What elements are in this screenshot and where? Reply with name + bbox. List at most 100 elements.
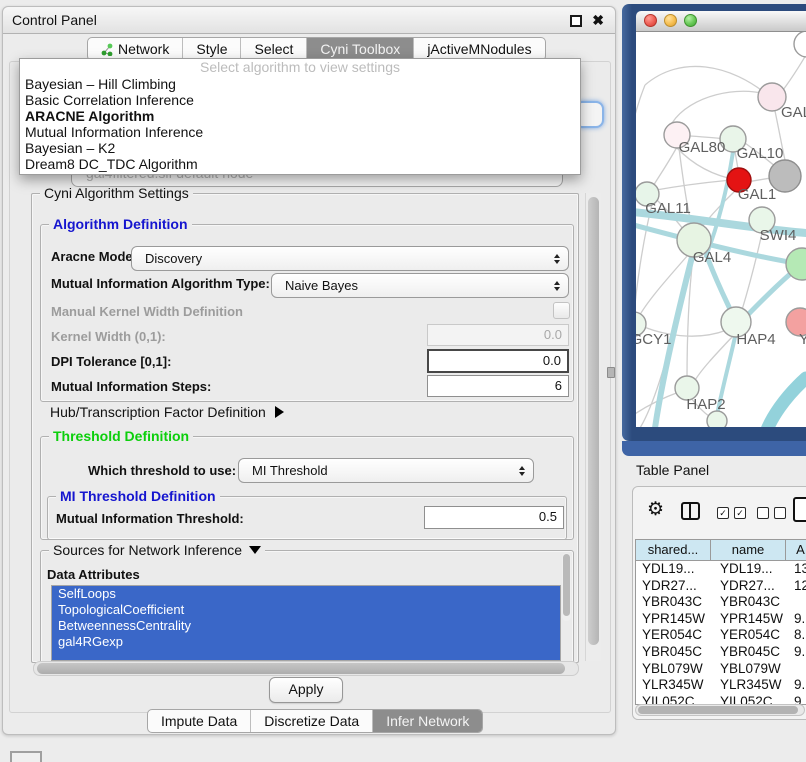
table-row[interactable]: YDR27...YDR27...12 (636, 578, 806, 595)
table-cell: YBL079W (642, 661, 703, 678)
tab-infer-network[interactable]: Infer Network (372, 710, 482, 732)
table-row[interactable]: YLR345WYLR345W9. (636, 677, 806, 694)
table-row[interactable]: YER054CYER054C8. (636, 627, 806, 644)
table-row[interactable]: YDL19...YDL19...13 (636, 561, 806, 578)
network-window-titlebar[interactable] (636, 11, 806, 32)
algorithm-option-dream8-dc-tdc-algorithm[interactable]: Dream8 DC_TDC Algorithm (20, 156, 580, 172)
mi-threshold-group-title: MI Threshold Definition (56, 488, 220, 504)
network-node[interactable] (794, 32, 806, 57)
network-node[interactable] (707, 411, 727, 427)
combo-arrows-icon (554, 281, 560, 291)
aracne-mode-combo[interactable]: Discovery (131, 246, 569, 271)
cyni-bottom-tabs: Impute Data Discretize Data Infer Network (147, 709, 483, 733)
checked-checkbox-icon: ✓ (717, 507, 729, 519)
network-view-canvas[interactable]: GALGAL80GAL10GAL1GAL11SWI4GAL4GCY1HAP4YH… (636, 32, 806, 427)
table-horizontal-scrollbar[interactable] (635, 704, 805, 716)
settings-horizontal-scrollbar[interactable] (33, 661, 579, 676)
inference-algorithm-combo-fragment[interactable] (577, 101, 604, 128)
algorithm-option-bayesian-hill-climbing[interactable]: Bayesian – Hill Climbing (20, 76, 580, 92)
tab-impute-data[interactable]: Impute Data (148, 710, 250, 732)
table-cell: YDR27... (720, 578, 775, 595)
table-cell: YDR27... (642, 578, 697, 595)
attribute-item-betweennesscentrality[interactable]: BetweennessCentrality (52, 618, 560, 634)
manual-kernel-width-label: Manual Kernel Width Definition (51, 304, 243, 319)
mac-close-icon[interactable] (644, 14, 657, 27)
hub-definition-label: Hub/Transcription Factor Definition (50, 404, 266, 420)
columns-icon[interactable] (681, 502, 700, 520)
unchecked-checkbox-icon (757, 507, 769, 519)
attribute-item-partial[interactable] (52, 650, 560, 661)
table-row[interactable]: YPR145WYPR145W9. (636, 611, 806, 628)
algorithm-option-bayesian-k2[interactable]: Bayesian – K2 (20, 140, 580, 156)
node-label: Y (799, 331, 806, 348)
algorithm-option-aracne-algorithm[interactable]: ARACNE Algorithm (20, 108, 580, 124)
table-row[interactable]: YBL079WYBL079W (636, 661, 806, 678)
column-header-a[interactable]: A (786, 540, 806, 560)
attribute-item-gal4rgexp[interactable]: gal4RGexp (52, 634, 560, 650)
collapsed-panel-stub[interactable] (10, 751, 42, 762)
combo-arrows-icon (519, 466, 525, 476)
tab-network[interactable]: Network (88, 38, 182, 60)
table-row[interactable]: YBR043CYBR043C (636, 594, 806, 611)
mi-algorithm-type-combo[interactable]: Naive Bayes (271, 273, 569, 298)
mac-zoom-icon[interactable] (684, 14, 697, 27)
combo-arrows-icon (554, 254, 560, 264)
table-cell: 9. (794, 677, 805, 694)
mi-algorithm-type-label: Mutual Information Algorithm Type: (51, 276, 270, 291)
manual-kernel-width-checkbox[interactable] (553, 302, 570, 319)
unchecked-checkbox-icon (774, 507, 786, 519)
tab-cyni-toolbox[interactable]: Cyni Toolbox (306, 38, 413, 60)
tab-jactivemnodules[interactable]: jActiveMNodules (413, 38, 544, 60)
table-cell: YBR045C (720, 644, 780, 661)
table-cell: YER054C (720, 627, 780, 644)
kernel-width-label: Kernel Width (0,1): (51, 329, 166, 344)
apply-button[interactable]: Apply (269, 677, 343, 703)
sources-group-title[interactable]: Sources for Network Inference (49, 542, 265, 558)
mi-steps-field[interactable]: 6 (427, 375, 569, 397)
attributes-scrollbar[interactable] (562, 553, 571, 621)
column-header-name[interactable]: name (711, 540, 786, 560)
float-icon[interactable] (570, 15, 582, 27)
table-cell: 13 (794, 561, 806, 578)
which-threshold-combo[interactable]: MI Threshold (238, 458, 534, 483)
attribute-item-selfloops[interactable]: SelfLoops (52, 586, 560, 602)
table-cell: 9. (794, 644, 805, 661)
cyni-algorithm-settings-group: Cyni Algorithm Settings Algorithm Defini… (31, 193, 579, 663)
algorithm-option-basic-correlation-inference[interactable]: Basic Correlation Inference (20, 92, 580, 108)
tab-label: Network (118, 38, 169, 60)
table-cell: YPR145W (642, 611, 705, 628)
which-threshold-value: MI Threshold (252, 463, 328, 478)
table-cell: YBR043C (720, 594, 780, 611)
close-icon[interactable]: ✖ (592, 11, 604, 29)
dpi-tolerance-field[interactable]: 0.0 (427, 349, 569, 373)
algorithm-option-mutual-information-inference[interactable]: Mutual Information Inference (20, 124, 580, 140)
hub-definition-toggle[interactable]: Hub/Transcription Factor Definition (50, 404, 284, 420)
node-label: GAL80 (679, 139, 726, 156)
expand-right-icon (275, 406, 284, 418)
column-header-shared[interactable]: shared... (636, 540, 711, 560)
node-table: shared...nameA YDL19...YDL19...13YDR27..… (635, 539, 806, 705)
panel-splitter-handle[interactable] (607, 367, 615, 378)
tab-select[interactable]: Select (240, 38, 306, 60)
table-panel-title: Table Panel (636, 462, 709, 478)
tab-label: Discretize Data (264, 710, 359, 732)
settings-vertical-scrollbar[interactable] (585, 193, 601, 661)
table-panel: ⚙ ✓ ✓ shared...nameA YDL19...YDL19...13Y… (632, 486, 806, 720)
show-columns-toggle[interactable]: ✓ ✓ (717, 507, 746, 519)
tab-style[interactable]: Style (182, 38, 240, 60)
import-table-icon[interactable] (793, 497, 806, 522)
table-cell: YLR345W (642, 677, 704, 694)
table-cell: YBR045C (642, 644, 702, 661)
hide-columns-toggle[interactable] (757, 507, 786, 519)
node-label: HAP2 (686, 396, 725, 413)
table-row[interactable]: YBR045C YBR045C 9. (636, 644, 806, 661)
attribute-item-topologicalcoefficient[interactable]: TopologicalCoefficient (52, 602, 560, 618)
mac-minimize-icon[interactable] (664, 14, 677, 27)
tab-discretize-data[interactable]: Discretize Data (250, 710, 372, 732)
node-label: GAL11 (645, 200, 691, 217)
mi-threshold-field[interactable]: 0.5 (424, 506, 564, 529)
sources-group: Sources for Network Inference Data Attri… (40, 550, 574, 664)
table-cell: YER054C (642, 627, 702, 644)
gear-icon[interactable]: ⚙ (647, 499, 664, 521)
node-label: GCY1 (636, 331, 671, 348)
